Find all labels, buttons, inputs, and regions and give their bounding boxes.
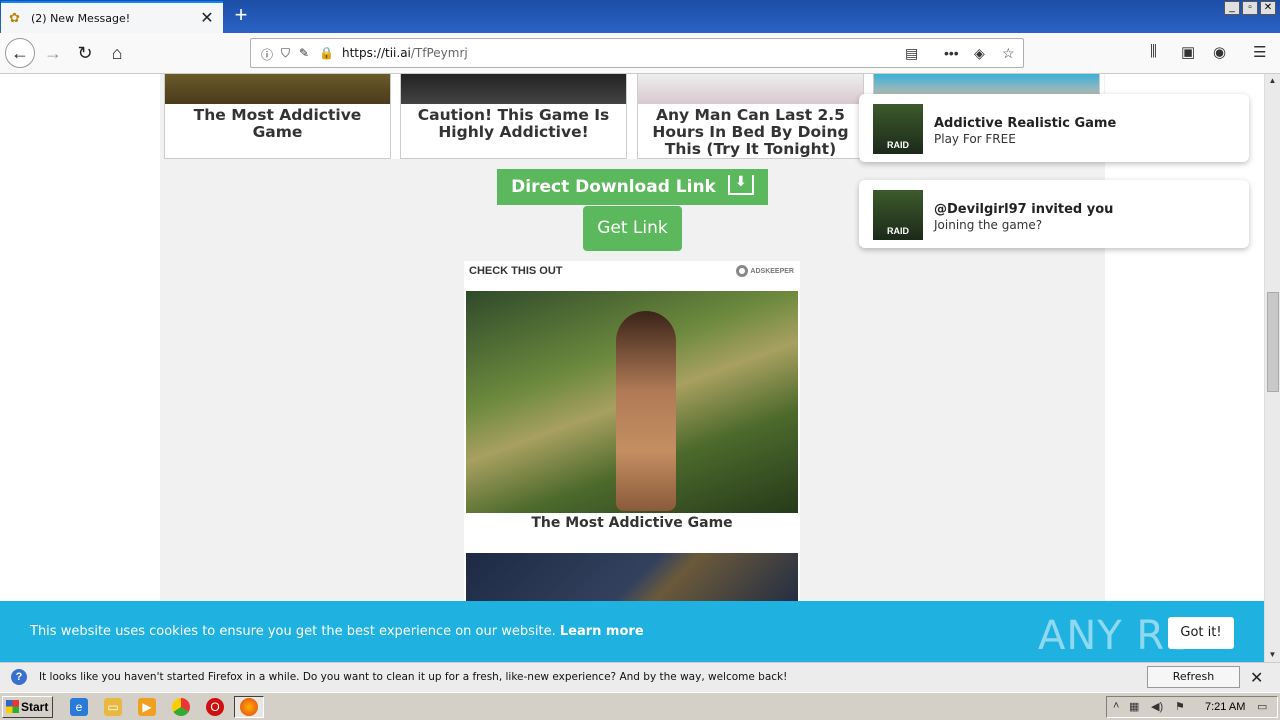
notification-avatar: RAID [873, 104, 923, 154]
notification-body: Joining the game? [934, 218, 1043, 232]
minimize-button[interactable]: _ [1224, 1, 1240, 15]
download-icon: ⬇ [727, 175, 754, 195]
ad-card-caption[interactable]: Caution! This Game Is Highly Addictive! [403, 107, 624, 141]
tracking-shield-icon[interactable]: ⛉ [281, 46, 290, 61]
tab-favicon-icon: ✿ [9, 10, 20, 25]
new-tab-button[interactable]: + [230, 4, 252, 28]
window-controls: _ ▫ ✕ [1224, 1, 1276, 15]
bookmark-star-icon[interactable]: ☆ [1002, 45, 1015, 62]
ad-card-caption[interactable]: The Most Addictive Game [167, 107, 388, 141]
chrome-icon[interactable] [172, 698, 190, 716]
system-tray: ˄ ▦ ◀) ⚑ 7:21 AM ▭ [1106, 696, 1278, 718]
got-it-button[interactable]: Got it! [1168, 617, 1234, 649]
learn-more-link[interactable]: Learn more [560, 624, 644, 639]
ad-figure [616, 311, 676, 511]
tab-title: (2) New Message! [31, 11, 131, 25]
direct-download-button[interactable]: Direct Download Link ⬇ [497, 169, 768, 205]
tray-expand-icon[interactable]: ˄ [1113, 700, 1119, 712]
pocket-icon[interactable]: ◈ [974, 45, 985, 62]
back-button[interactable]: ← [5, 38, 35, 68]
scroll-up-icon[interactable]: ▲ [1265, 74, 1280, 88]
ad-card[interactable]: Caution! This Game Is Highly Addictive! [400, 74, 627, 159]
adskeeper-logo[interactable]: ADSKEEPER [736, 265, 794, 277]
notification-title: @Devilgirl97 invited you [934, 202, 1114, 217]
ie-icon[interactable]: e [70, 698, 88, 716]
lock-icon[interactable]: 🔒 [319, 46, 334, 60]
push-notification[interactable]: RAID Addictive Realistic Game Play For F… [859, 94, 1249, 162]
account-icon[interactable]: ◉ [1213, 43, 1226, 61]
question-icon: ? [11, 669, 27, 685]
reader-view-icon[interactable]: ▤ [905, 45, 918, 62]
firefox-notification-text: It looks like you haven't started Firefo… [39, 671, 788, 683]
explorer-icon[interactable]: ▭ [104, 698, 122, 716]
ad-widget: CHECK THIS OUT ADSKEEPER The Most Addict… [464, 261, 800, 601]
ad-card-image [165, 74, 390, 104]
get-link-button[interactable]: Get Link [583, 206, 682, 251]
firefox-icon [240, 698, 258, 716]
url-text[interactable]: https://tii.ai/TfPeymrj [342, 46, 468, 60]
refresh-firefox-button[interactable]: Refresh Firefox… [1147, 666, 1240, 703]
ad-card[interactable]: Any Man Can Last 2.5 Hours In Bed By Doi… [637, 74, 864, 159]
ad-widget-caption[interactable]: The Most Addictive Game [466, 515, 798, 531]
scroll-down-icon[interactable]: ▼ [1265, 648, 1280, 662]
widget-header: CHECK THIS OUT [469, 265, 563, 277]
cookie-banner: This website uses cookies to ensure you … [0, 601, 1264, 662]
ad-widget-image[interactable] [466, 291, 798, 513]
ad-card-image [638, 74, 863, 104]
url-bar[interactable]: ⓘ ⛉ ✎ 🔒 https://tii.ai/TfPeymrj ▤ ••• ◈ … [250, 38, 1024, 68]
page-actions-icon[interactable]: ••• [944, 45, 959, 61]
ad-widget-image-2[interactable] [466, 553, 798, 601]
forward-button[interactable]: → [38, 38, 68, 68]
action-center-flag-icon[interactable]: ⚑ [1175, 700, 1185, 713]
vertical-scrollbar[interactable]: ▲ ▼ [1264, 74, 1280, 662]
close-window-button[interactable]: ✕ [1260, 1, 1276, 15]
close-notification-icon[interactable]: ✕ [1250, 668, 1263, 688]
push-notification[interactable]: RAID @Devilgirl97 invited you Joining th… [859, 180, 1249, 248]
library-icon[interactable]: ⫼ [1150, 43, 1157, 60]
firefox-taskbar-button[interactable] [234, 696, 264, 718]
scrollbar-thumb[interactable] [1267, 292, 1279, 392]
tab-bar: ✿ (2) New Message! ✕ + _ ▫ ✕ [0, 0, 1280, 33]
ad-card-caption[interactable]: Any Man Can Last 2.5 Hours In Bed By Doi… [640, 107, 861, 158]
tab-active[interactable]: ✿ (2) New Message! ✕ [1, 1, 223, 33]
show-desktop-icon[interactable]: ▭ [1257, 700, 1267, 713]
volume-icon[interactable]: ◀) [1151, 700, 1163, 713]
network-icon[interactable]: ▦ [1129, 700, 1139, 713]
menu-icon[interactable]: ☰ [1253, 43, 1266, 61]
home-button[interactable]: ⌂ [102, 38, 132, 68]
notification-body: Play For FREE [934, 132, 1016, 146]
reload-button[interactable]: ↻ [70, 38, 100, 68]
notification-title: Addictive Realistic Game [934, 116, 1117, 131]
adskeeper-logo-icon [736, 265, 749, 277]
info-icon[interactable]: ⓘ [261, 46, 273, 63]
notification-avatar: RAID [873, 190, 923, 240]
tab-close-icon[interactable]: ✕ [197, 8, 217, 28]
windows-taskbar: Start e ▭ ▶ O ˄ ▦ ◀) ⚑ 7:21 AM ▭ [0, 692, 1280, 720]
cookie-message: This website uses cookies to ensure you … [30, 624, 644, 639]
navigation-toolbar: ← → ↻ ⌂ ⓘ ⛉ ✎ 🔒 https://tii.ai/TfPeymrj … [0, 33, 1280, 74]
permissions-icon[interactable]: ✎ [299, 46, 309, 60]
firefox-notification-bar: ? It looks like you haven't started Fire… [0, 662, 1280, 703]
media-player-icon[interactable]: ▶ [138, 698, 156, 716]
ad-card-image [401, 74, 626, 104]
opera-icon[interactable]: O [206, 698, 224, 716]
clock[interactable]: 7:21 AM [1205, 701, 1245, 713]
windows-logo-icon [6, 700, 19, 713]
restore-button[interactable]: ▫ [1242, 1, 1258, 15]
ad-card[interactable]: The Most Addictive Game [164, 74, 391, 159]
sidebar-icon[interactable]: ▣ [1181, 43, 1195, 61]
start-button[interactable]: Start [2, 696, 53, 718]
